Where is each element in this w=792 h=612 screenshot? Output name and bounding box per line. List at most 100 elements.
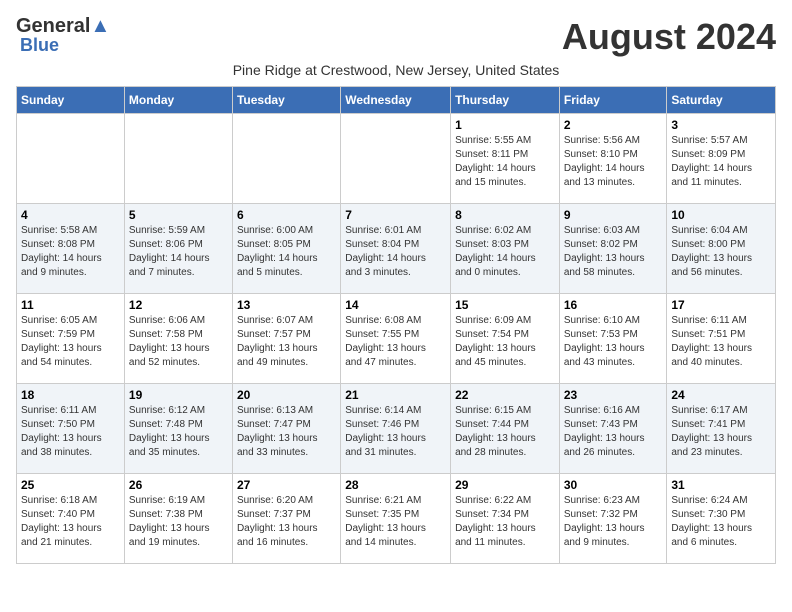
calendar-week-2: 4Sunrise: 5:58 AM Sunset: 8:08 PM Daylig… — [17, 204, 776, 294]
calendar-cell: 29 Sunrise: 6:22 AM Sunset: 7:34 PM Dayli… — [451, 474, 560, 564]
day-info: Sunrise: 6:00 AM Sunset: 8:05 PM Dayligh… — [237, 224, 336, 280]
calendar-cell: 2 Sunrise: 5:56 AM Sunset: 8:10 PM Daylig… — [559, 114, 667, 204]
calendar-cell: 14 Sunrise: 6:08 AM Sunset: 7:55 PM Dayli… — [341, 294, 451, 384]
day-number: 13 — [237, 298, 336, 312]
calendar-week-3: 11 Sunrise: 6:05 AM Sunset: 7:59 PM Dayli… — [17, 294, 776, 384]
calendar-cell — [124, 114, 232, 204]
day-number: 19 — [129, 388, 228, 402]
location-subtitle: Pine Ridge at Crestwood, New Jersey, Uni… — [16, 62, 776, 78]
calendar-table: Sunday Monday Tuesday Wednesday Thursday… — [16, 86, 776, 564]
calendar-cell: 7 Sunrise: 6:01 AM Sunset: 8:04 PM Daylig… — [341, 204, 451, 294]
day-info: Sunrise: 6:13 AM Sunset: 7:47 PM Dayligh… — [237, 404, 336, 460]
day-info: Sunrise: 6:08 AM Sunset: 7:55 PM Dayligh… — [345, 314, 446, 370]
day-info: Sunrise: 6:15 AM Sunset: 7:44 PM Dayligh… — [455, 404, 555, 460]
day-number: 26 — [129, 478, 228, 492]
calendar-cell: 30 Sunrise: 6:23 AM Sunset: 7:32 PM Dayli… — [559, 474, 667, 564]
day-info: Sunrise: 6:23 AM Sunset: 7:32 PM Dayligh… — [564, 494, 663, 550]
day-number: 24 — [671, 388, 771, 402]
day-number: 23 — [564, 388, 663, 402]
calendar-cell: 3 Sunrise: 5:57 AM Sunset: 8:09 PM Daylig… — [667, 114, 776, 204]
day-number: 28 — [345, 478, 446, 492]
day-number: 1 — [455, 118, 555, 132]
calendar-week-1: 1 Sunrise: 5:55 AM Sunset: 8:11 PM Daylig… — [17, 114, 776, 204]
day-info: Sunrise: 6:10 AM Sunset: 7:53 PM Dayligh… — [564, 314, 663, 370]
day-number: 15 — [455, 298, 555, 312]
day-number: 29 — [455, 478, 555, 492]
day-info: Sunrise: 5:57 AM Sunset: 8:09 PM Dayligh… — [671, 134, 771, 190]
calendar-cell: 26 Sunrise: 6:19 AM Sunset: 7:38 PM Dayli… — [124, 474, 232, 564]
day-info: Sunrise: 6:09 AM Sunset: 7:54 PM Dayligh… — [455, 314, 555, 370]
day-number: 4 — [21, 208, 120, 222]
day-info: Sunrise: 6:04 AM Sunset: 8:00 PM Dayligh… — [671, 224, 771, 280]
day-number: 8 — [455, 208, 555, 222]
day-info: Sunrise: 6:14 AM Sunset: 7:46 PM Dayligh… — [345, 404, 446, 460]
day-info: Sunrise: 6:22 AM Sunset: 7:34 PM Dayligh… — [455, 494, 555, 550]
day-info: Sunrise: 5:55 AM Sunset: 8:11 PM Dayligh… — [455, 134, 555, 190]
day-info: Sunrise: 5:56 AM Sunset: 8:10 PM Dayligh… — [564, 134, 663, 190]
col-thursday: Thursday — [451, 87, 560, 114]
day-number: 2 — [564, 118, 663, 132]
col-tuesday: Tuesday — [232, 87, 340, 114]
calendar-cell: 10 Sunrise: 6:04 AM Sunset: 8:00 PM Dayli… — [667, 204, 776, 294]
day-number: 7 — [345, 208, 446, 222]
day-number: 22 — [455, 388, 555, 402]
day-number: 20 — [237, 388, 336, 402]
col-monday: Monday — [124, 87, 232, 114]
day-number: 10 — [671, 208, 771, 222]
calendar-cell: 8 Sunrise: 6:02 AM Sunset: 8:03 PM Daylig… — [451, 204, 560, 294]
logo: General▲ Blue — [16, 16, 110, 54]
day-info: Sunrise: 6:05 AM Sunset: 7:59 PM Dayligh… — [21, 314, 120, 370]
calendar-cell: 15 Sunrise: 6:09 AM Sunset: 7:54 PM Dayli… — [451, 294, 560, 384]
day-info: Sunrise: 6:12 AM Sunset: 7:48 PM Dayligh… — [129, 404, 228, 460]
day-info: Sunrise: 6:02 AM Sunset: 8:03 PM Dayligh… — [455, 224, 555, 280]
day-number: 3 — [671, 118, 771, 132]
calendar-week-5: 25Sunrise: 6:18 AM Sunset: 7:40 PM Dayli… — [17, 474, 776, 564]
day-info: Sunrise: 6:21 AM Sunset: 7:35 PM Dayligh… — [345, 494, 446, 550]
day-number: 6 — [237, 208, 336, 222]
day-number: 27 — [237, 478, 336, 492]
calendar-cell: 23 Sunrise: 6:16 AM Sunset: 7:43 PM Dayli… — [559, 384, 667, 474]
col-sunday: Sunday — [17, 87, 125, 114]
day-number: 9 — [564, 208, 663, 222]
calendar-week-4: 18Sunrise: 6:11 AM Sunset: 7:50 PM Dayli… — [17, 384, 776, 474]
day-info: Sunrise: 6:01 AM Sunset: 8:04 PM Dayligh… — [345, 224, 446, 280]
day-number: 17 — [671, 298, 771, 312]
col-saturday: Saturday — [667, 87, 776, 114]
col-wednesday: Wednesday — [341, 87, 451, 114]
day-number: 30 — [564, 478, 663, 492]
day-info: Sunrise: 6:16 AM Sunset: 7:43 PM Dayligh… — [564, 404, 663, 460]
day-info: Sunrise: 6:18 AM Sunset: 7:40 PM Dayligh… — [21, 494, 120, 550]
day-info: Sunrise: 6:07 AM Sunset: 7:57 PM Dayligh… — [237, 314, 336, 370]
calendar-cell: 31Sunrise: 6:24 AM Sunset: 7:30 PM Dayli… — [667, 474, 776, 564]
calendar-cell: 4Sunrise: 5:58 AM Sunset: 8:08 PM Daylig… — [17, 204, 125, 294]
day-info: Sunrise: 6:19 AM Sunset: 7:38 PM Dayligh… — [129, 494, 228, 550]
calendar-cell: 20 Sunrise: 6:13 AM Sunset: 7:47 PM Dayli… — [232, 384, 340, 474]
calendar-cell: 16Sunrise: 6:10 AM Sunset: 7:53 PM Dayli… — [559, 294, 667, 384]
calendar-cell: 21Sunrise: 6:14 AM Sunset: 7:46 PM Dayli… — [341, 384, 451, 474]
calendar-cell: 13 Sunrise: 6:07 AM Sunset: 7:57 PM Dayli… — [232, 294, 340, 384]
day-info: Sunrise: 6:06 AM Sunset: 7:58 PM Dayligh… — [129, 314, 228, 370]
calendar-cell: 17Sunrise: 6:11 AM Sunset: 7:51 PM Dayli… — [667, 294, 776, 384]
day-number: 14 — [345, 298, 446, 312]
month-title: August 2024 — [562, 16, 776, 58]
calendar-cell: 19 Sunrise: 6:12 AM Sunset: 7:48 PM Dayli… — [124, 384, 232, 474]
calendar-cell: 1 Sunrise: 5:55 AM Sunset: 8:11 PM Daylig… — [451, 114, 560, 204]
logo-text: General▲ — [16, 16, 110, 36]
calendar-cell: 27 Sunrise: 6:20 AM Sunset: 7:37 PM Dayli… — [232, 474, 340, 564]
logo-line2: Blue — [20, 36, 110, 54]
calendar-cell: 9Sunrise: 6:03 AM Sunset: 8:02 PM Daylig… — [559, 204, 667, 294]
page-header: General▲ Blue August 2024 — [16, 16, 776, 58]
day-info: Sunrise: 6:20 AM Sunset: 7:37 PM Dayligh… — [237, 494, 336, 550]
day-info: Sunrise: 6:11 AM Sunset: 7:50 PM Dayligh… — [21, 404, 120, 460]
calendar-cell: 18Sunrise: 6:11 AM Sunset: 7:50 PM Dayli… — [17, 384, 125, 474]
calendar-cell: 11 Sunrise: 6:05 AM Sunset: 7:59 PM Dayli… — [17, 294, 125, 384]
calendar-cell — [17, 114, 125, 204]
day-info: Sunrise: 6:24 AM Sunset: 7:30 PM Dayligh… — [671, 494, 771, 550]
calendar-cell: 22 Sunrise: 6:15 AM Sunset: 7:44 PM Dayli… — [451, 384, 560, 474]
header-row: Sunday Monday Tuesday Wednesday Thursday… — [17, 87, 776, 114]
day-number: 11 — [21, 298, 120, 312]
calendar-cell: 24Sunrise: 6:17 AM Sunset: 7:41 PM Dayli… — [667, 384, 776, 474]
calendar-cell — [232, 114, 340, 204]
calendar-cell: 25Sunrise: 6:18 AM Sunset: 7:40 PM Dayli… — [17, 474, 125, 564]
calendar-cell: 12Sunrise: 6:06 AM Sunset: 7:58 PM Dayli… — [124, 294, 232, 384]
